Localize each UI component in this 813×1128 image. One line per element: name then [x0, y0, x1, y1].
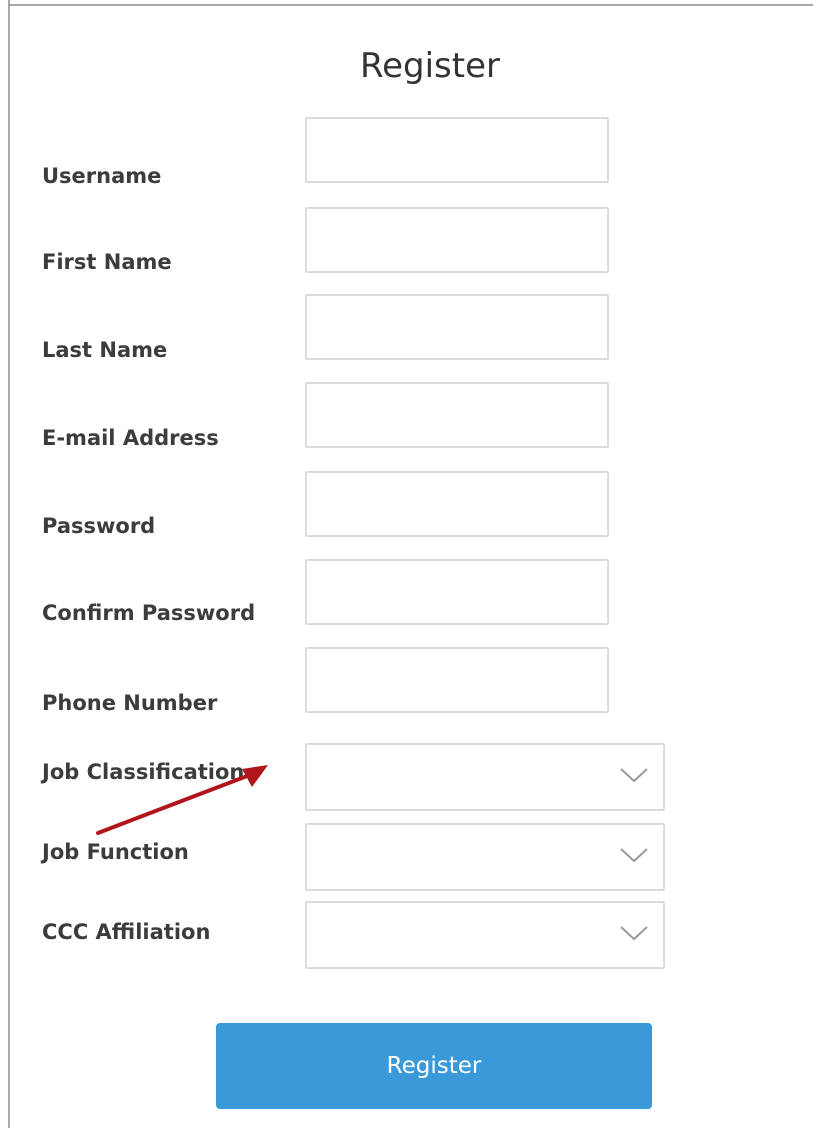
- window-left-border: [0, 0, 10, 1128]
- job-function-select[interactable]: [305, 823, 665, 891]
- chevron-down-icon: [620, 848, 648, 863]
- username-label: Username: [42, 164, 162, 188]
- page-title: Register: [360, 46, 500, 86]
- chevron-down-icon: [620, 926, 648, 941]
- register-button[interactable]: Register: [216, 1023, 652, 1109]
- password-input[interactable]: [305, 471, 609, 537]
- first-name-input[interactable]: [305, 207, 609, 273]
- job-classification-select[interactable]: [305, 743, 665, 811]
- chevron-down-icon: [620, 768, 648, 783]
- window-top-border: [0, 0, 813, 6]
- first-name-label: First Name: [42, 250, 172, 274]
- email-input[interactable]: [305, 382, 609, 448]
- register-page: Register Username First Name Last Name E…: [0, 0, 813, 1128]
- email-label: E-mail Address: [42, 426, 219, 450]
- ccc-affiliation-select[interactable]: [305, 901, 665, 969]
- last-name-label: Last Name: [42, 338, 168, 362]
- password-label: Password: [42, 514, 156, 538]
- last-name-input[interactable]: [305, 294, 609, 360]
- username-input[interactable]: [305, 117, 609, 183]
- phone-number-label: Phone Number: [42, 691, 218, 715]
- phone-number-input[interactable]: [305, 647, 609, 713]
- ccc-affiliation-label: CCC Affiliation: [42, 920, 211, 944]
- annotation-arrow-icon: [96, 765, 268, 835]
- confirm-password-label: Confirm Password: [42, 601, 256, 625]
- confirm-password-input[interactable]: [305, 559, 609, 625]
